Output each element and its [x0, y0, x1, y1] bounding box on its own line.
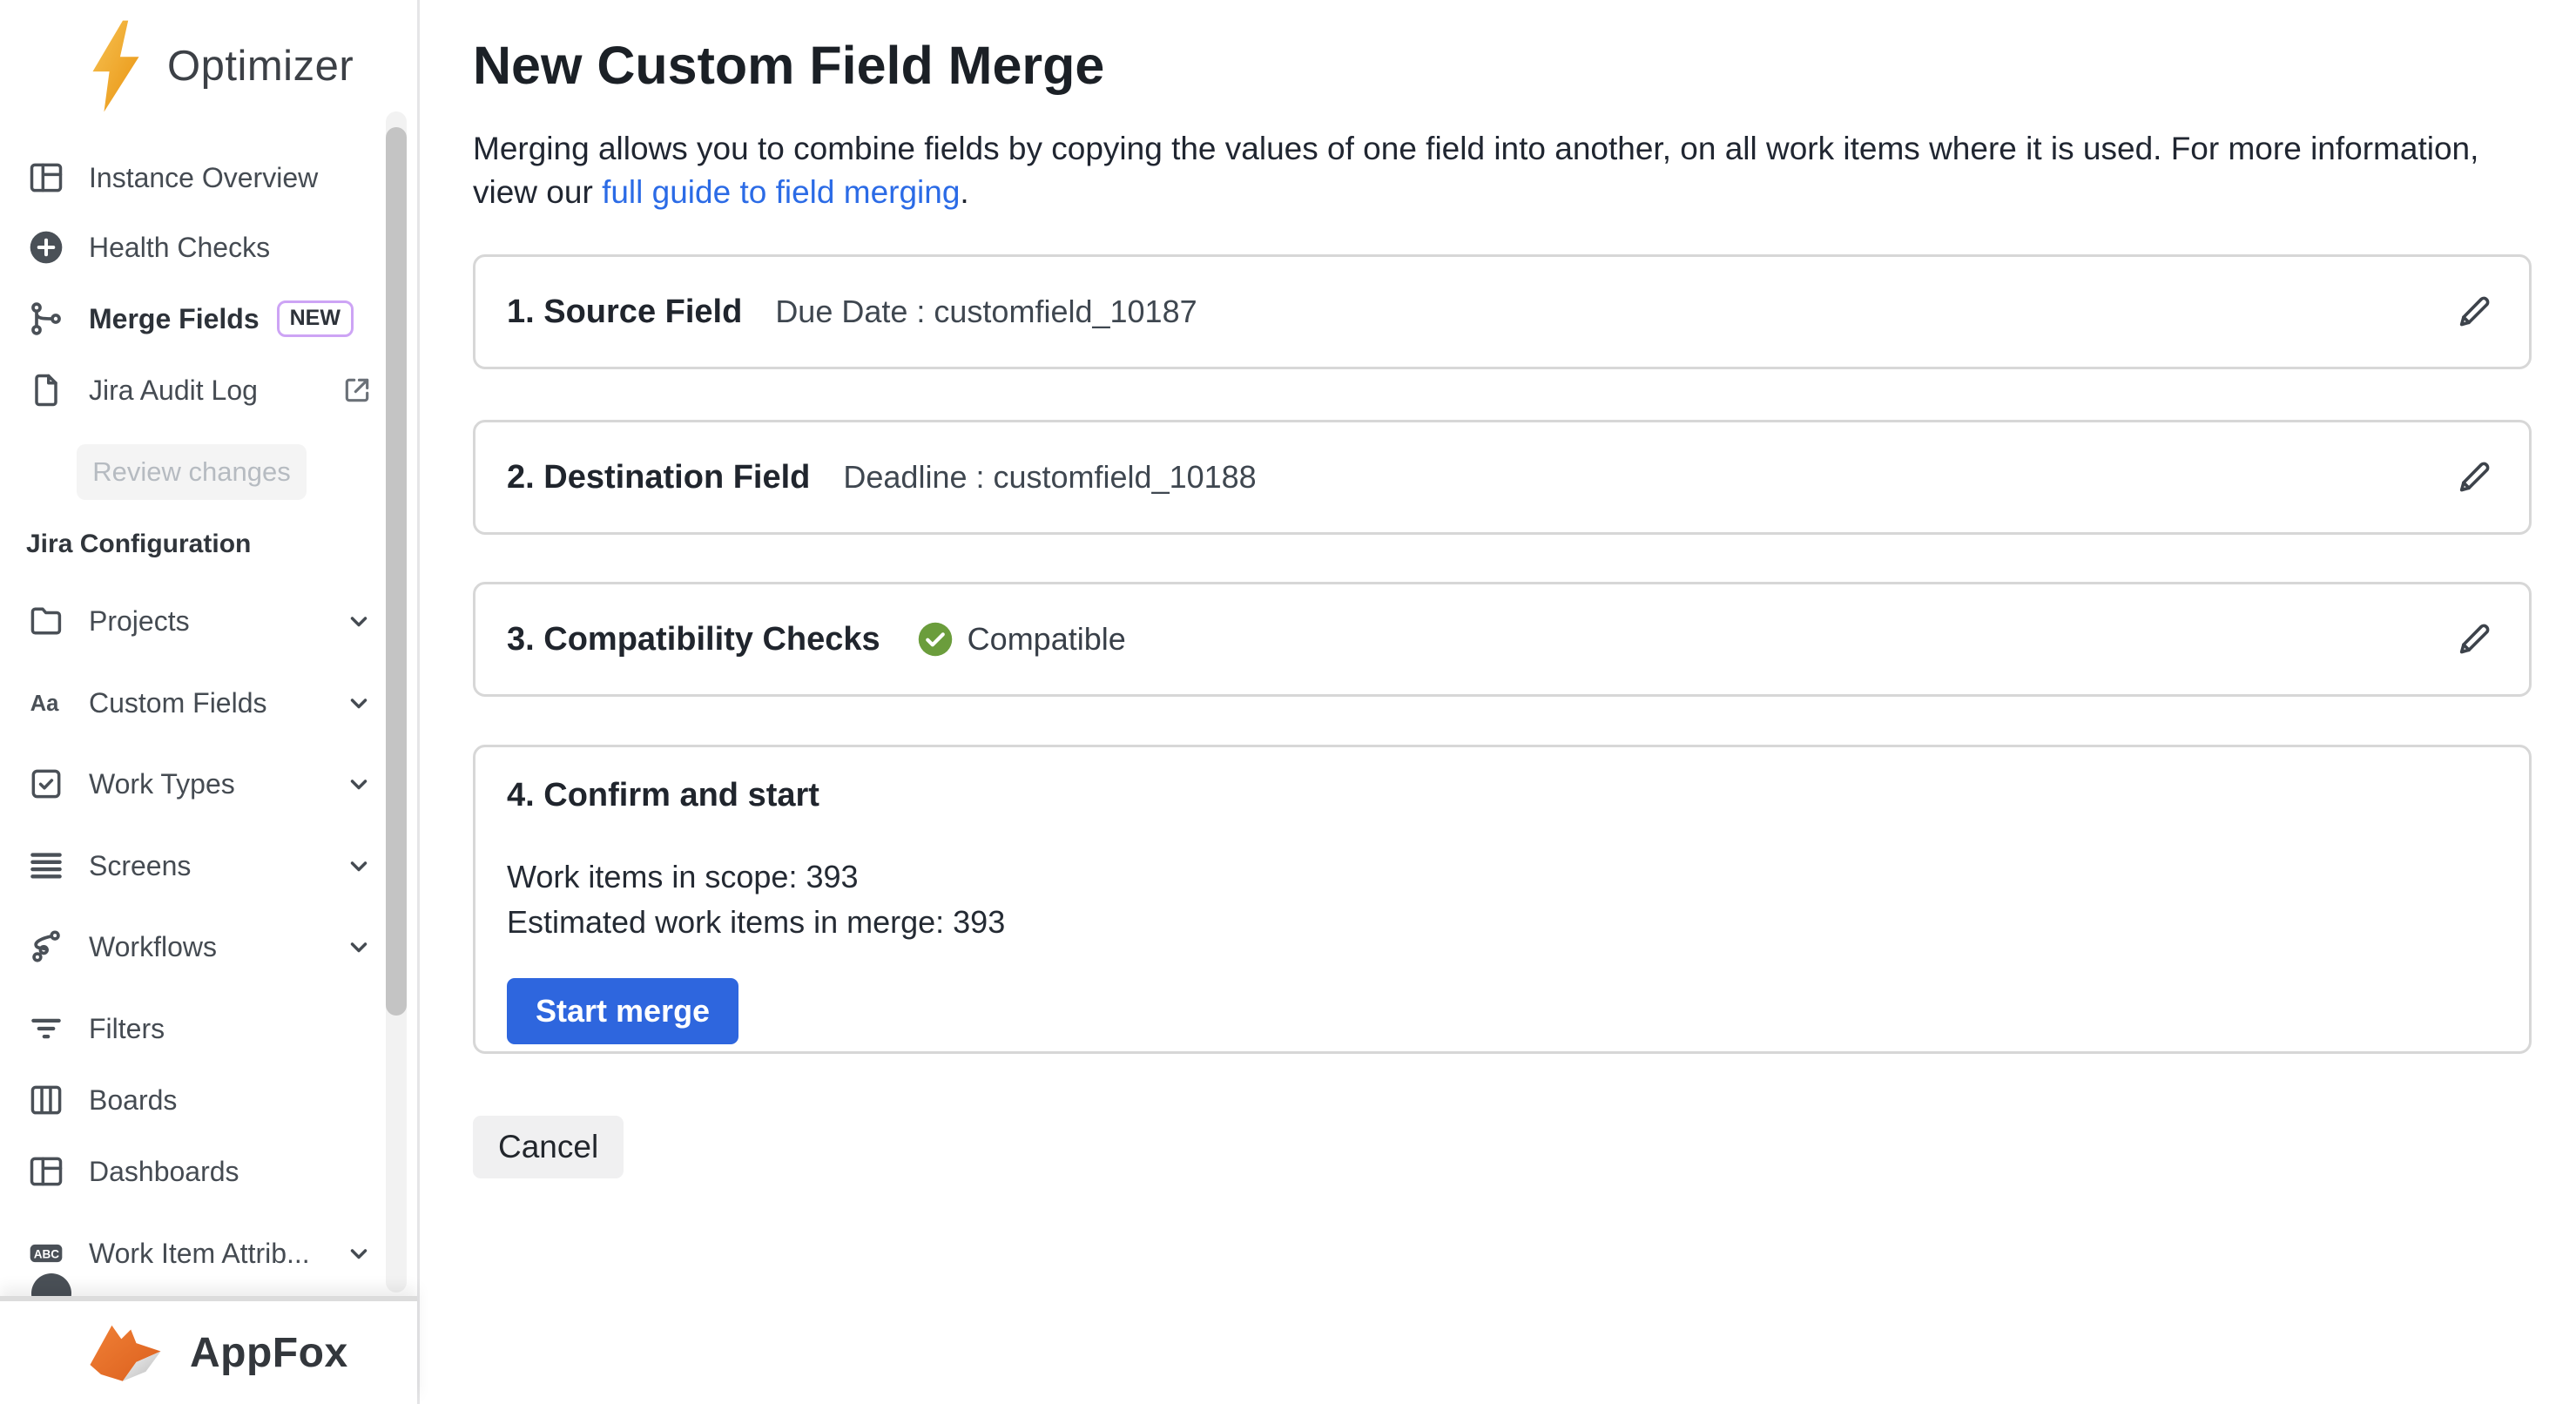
sidebar-item-filters[interactable]: Filters [26, 1000, 374, 1057]
field-merging-guide-link[interactable]: full guide to field merging [602, 174, 960, 210]
cancel-button[interactable]: Cancel [473, 1116, 624, 1178]
sidebar-item-label: Work Types [89, 768, 235, 800]
sidebar-item-label: Instance Overview [89, 162, 318, 194]
intro-text-period: . [960, 174, 968, 210]
sidebar-item-boards[interactable]: Boards [26, 1071, 374, 1129]
sidebar-item-label: Merge Fields [89, 303, 260, 335]
external-link-icon [340, 373, 374, 408]
sidebar-item-dashboards[interactable]: Dashboards [26, 1143, 374, 1200]
jira-configuration-heading: Jira Configuration [26, 530, 251, 559]
confirm-summary: Work items in scope: 393 Estimated work … [507, 854, 2498, 945]
sidebar-item-label: Filters [89, 1013, 165, 1045]
sidebar-item-label: Dashboards [89, 1156, 239, 1188]
pencil-icon [2455, 619, 2495, 659]
step-card-compatibility-checks: 3. Compatibility Checks Compatible [473, 582, 2532, 697]
chevron-down-icon [343, 605, 374, 637]
destination-field-value: Deadline : customfield_10188 [843, 459, 1256, 496]
sidebar-item-label: Jira Audit Log [89, 375, 258, 407]
review-changes-button[interactable]: Review changes [77, 444, 307, 500]
step-title: 1. Source Field [507, 294, 742, 331]
chevron-down-icon [343, 768, 374, 800]
main-content: New Custom Field Merge Merging allows yo… [422, 0, 2576, 1404]
folder-icon [26, 601, 66, 641]
plus-circle-icon [26, 227, 66, 267]
app-name: Optimizer [167, 42, 354, 91]
step-title: 2. Destination Field [507, 459, 810, 496]
list-lines-icon [26, 846, 66, 886]
layout-icon [26, 158, 66, 198]
workflow-icon [26, 927, 66, 967]
step-title: 3. Compatibility Checks [507, 621, 880, 658]
text-aa-icon: Aa [26, 683, 66, 723]
edit-source-field-button[interactable] [2452, 289, 2498, 334]
intro-paragraph: Merging allows you to combine fields by … [473, 127, 2525, 214]
checkbox-icon [26, 764, 66, 804]
start-merge-button[interactable]: Start merge [507, 978, 738, 1044]
sidebar-item-label: Projects [89, 605, 190, 638]
edit-destination-field-button[interactable] [2452, 455, 2498, 500]
sidebar-scrollbar-thumb[interactable] [386, 127, 407, 1016]
chevron-down-icon [343, 931, 374, 962]
sidebar-item-label: Workflows [89, 931, 217, 963]
sidebar-item-custom-fields[interactable]: Aa Custom Fields [26, 674, 374, 732]
source-field-value: Due Date : customfield_10187 [775, 294, 1197, 330]
sidebar: Optimizer Instance Overview Health Check… [0, 0, 420, 1404]
sidebar-item-work-item-attributes[interactable]: ABC Work Item Attrib... [26, 1225, 374, 1282]
merge-icon [26, 299, 66, 339]
compatibility-status-label: Compatible [968, 621, 1126, 658]
step-card-destination-field: 2. Destination Field Deadline : customfi… [473, 420, 2532, 535]
new-badge: NEW [277, 300, 354, 337]
step-title: 4. Confirm and start [507, 777, 819, 813]
sidebar-item-label: Work Item Attrib... [89, 1238, 310, 1270]
sidebar-item-workflows[interactable]: Workflows [26, 918, 374, 975]
sidebar-item-instance-overview[interactable]: Instance Overview [26, 149, 374, 206]
sidebar-item-health-checks[interactable]: Health Checks [26, 219, 374, 276]
chevron-down-icon [343, 1238, 374, 1269]
chevron-down-icon [343, 687, 374, 719]
sidebar-item-label: Screens [89, 850, 191, 882]
footer-brand-name: AppFox [190, 1329, 348, 1377]
appfox-fox-icon [84, 1319, 167, 1387]
step-card-source-field: 1. Source Field Due Date : customfield_1… [473, 254, 2532, 369]
columns-icon [26, 1080, 66, 1120]
pencil-icon [2455, 457, 2495, 497]
step-card-confirm-and-start: 4. Confirm and start Work items in scope… [473, 745, 2532, 1054]
edit-compatibility-button[interactable] [2452, 617, 2498, 662]
chevron-down-icon [343, 850, 374, 881]
svg-text:ABC: ABC [34, 1248, 60, 1261]
sidebar-item-jira-audit-log[interactable]: Jira Audit Log [26, 361, 374, 419]
abc-icon: ABC [26, 1233, 66, 1273]
sidebar-footer: AppFox [0, 1296, 417, 1404]
app-logo: Optimizer [84, 17, 354, 115]
sidebar-item-label: Custom Fields [89, 687, 267, 719]
dashboard-icon [26, 1151, 66, 1191]
svg-text:Aa: Aa [30, 692, 60, 716]
sidebar-item-label: Boards [89, 1084, 177, 1117]
work-items-in-scope: Work items in scope: 393 [507, 854, 2498, 900]
sidebar-item-screens[interactable]: Screens [26, 837, 374, 894]
document-icon [26, 370, 66, 410]
sidebar-item-work-types[interactable]: Work Types [26, 755, 374, 813]
estimated-work-items: Estimated work items in merge: 393 [507, 900, 2498, 945]
sidebar-item-label: Health Checks [89, 232, 270, 264]
check-circle-icon [917, 621, 954, 658]
sidebar-item-projects[interactable]: Projects [26, 592, 374, 650]
lightning-bolt-icon [84, 17, 148, 115]
page-title: New Custom Field Merge [473, 35, 1104, 96]
filter-icon [26, 1009, 66, 1049]
sidebar-item-merge-fields[interactable]: Merge Fields NEW [26, 290, 374, 348]
compatibility-status: Compatible [917, 621, 1126, 658]
pencil-icon [2455, 292, 2495, 332]
